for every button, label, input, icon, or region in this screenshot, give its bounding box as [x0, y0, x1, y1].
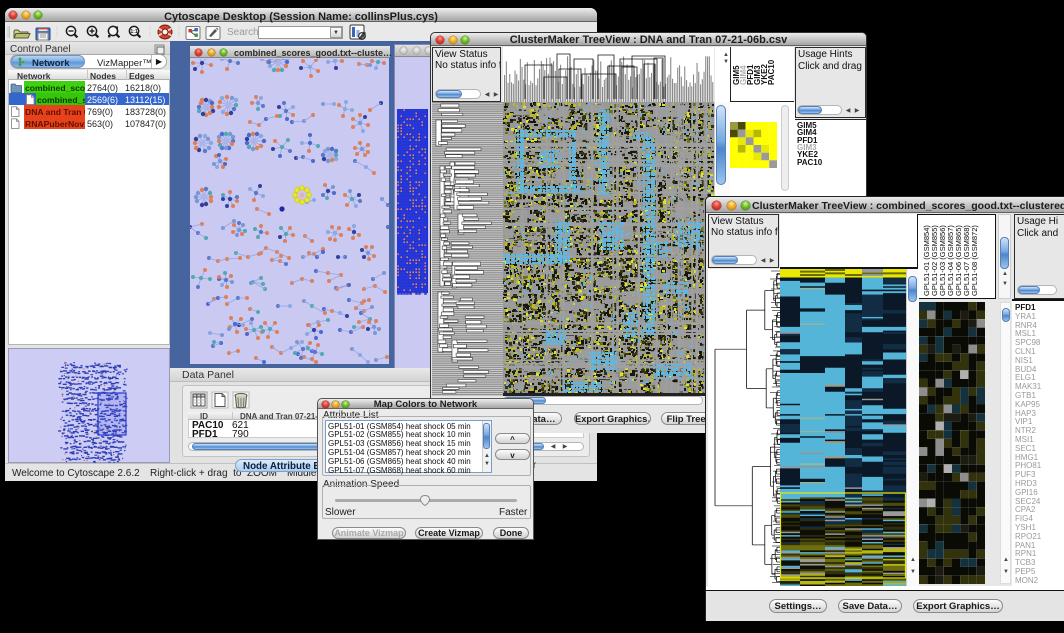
- svg-text:1:1: 1:1: [130, 29, 137, 35]
- svg-text:Search:: Search:: [227, 27, 261, 38]
